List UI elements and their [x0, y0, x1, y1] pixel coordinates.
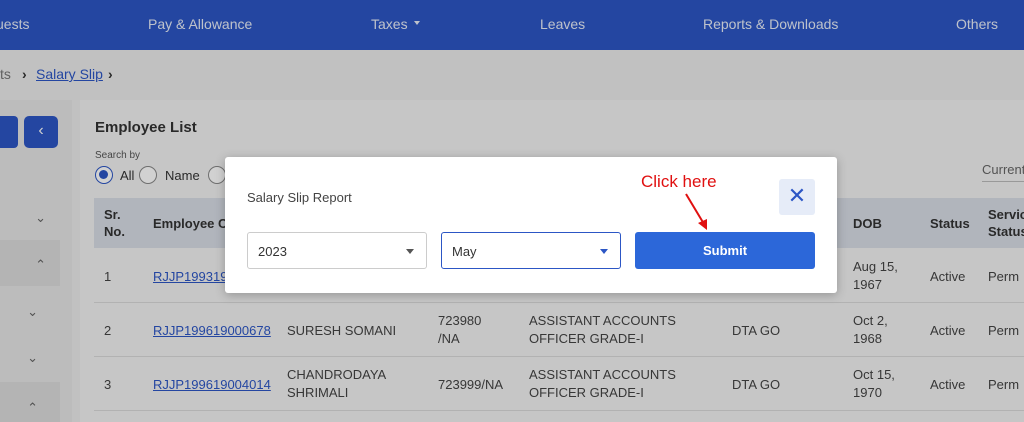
dialog-title: Salary Slip Report	[247, 190, 352, 205]
year-select-value: 2023	[258, 244, 287, 259]
annotation-arrow-icon	[685, 193, 707, 230]
month-select-value: May	[452, 244, 477, 259]
submit-button[interactable]: Submit	[635, 232, 815, 269]
dropdown-caret-icon	[600, 249, 608, 254]
month-select[interactable]: May	[441, 232, 621, 269]
click-here-annotation: Click here	[641, 172, 717, 191]
year-select[interactable]: 2023	[247, 232, 427, 269]
salary-slip-report-dialog: Salary Slip Report ✕ 2023 May Submit	[225, 157, 837, 293]
close-icon: ✕	[787, 183, 807, 208]
close-button[interactable]: ✕	[779, 179, 815, 215]
dropdown-caret-icon	[406, 249, 414, 254]
